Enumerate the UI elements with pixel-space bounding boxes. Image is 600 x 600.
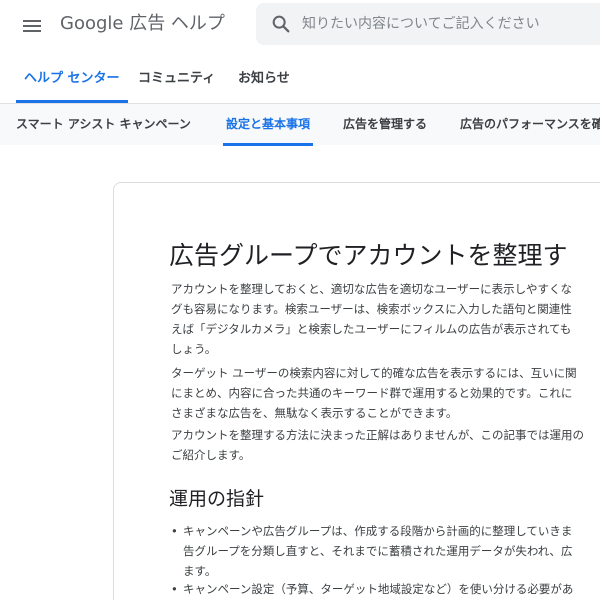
tab-manage-ads[interactable]: 広告を管理する bbox=[343, 104, 427, 146]
article-card: 広告グループでアカウントを整理す アカウントを整理しておくと、適切な広告を適切な… bbox=[113, 182, 600, 600]
paragraph-line: さまざまな広告を、無駄なく表示することができます。 bbox=[171, 406, 458, 420]
paragraph-line: アカウントを整理しておくと、適切な広告を適切なユーザーに表示しやすくな bbox=[171, 282, 573, 296]
tab-help-center[interactable]: ヘルプ センター bbox=[16, 52, 128, 103]
tab-ad-performance[interactable]: 広告のパフォーマンスを確 bbox=[460, 104, 600, 146]
top-app-bar: Google 広告 ヘルプ bbox=[0, 0, 600, 52]
list-item-line: キャンペーン設定（予算、ターゲット地域設定など）を使い分ける必要があ bbox=[183, 582, 574, 596]
paragraph-line: しょう。 bbox=[171, 342, 217, 356]
tab-settings-basics[interactable]: 設定と基本事項 bbox=[222, 104, 314, 146]
search-input[interactable] bbox=[302, 3, 600, 45]
primary-nav: ヘルプ センター コミュニティ お知らせ bbox=[0, 52, 600, 103]
paragraph-line: グも容易になります。検索ユーザーは、検索ボックスに入力した語句と関連性 bbox=[171, 302, 572, 316]
paragraph-line: えば「デジタルカメラ」と検索したユーザーにフィルムの広告が表示されても bbox=[171, 322, 572, 336]
search-icon[interactable] bbox=[270, 13, 292, 35]
tab-community[interactable]: コミュニティ bbox=[138, 52, 215, 103]
bullet-marker: • bbox=[171, 524, 178, 538]
secondary-nav: スマート アシスト キャンペーン 設定と基本事項 広告を管理する 広告のパフォー… bbox=[0, 103, 600, 146]
article-title: 広告グループでアカウントを整理す bbox=[169, 241, 568, 270]
section-heading: 運用の指針 bbox=[169, 488, 265, 510]
tab-smart-assist-campaigns[interactable]: スマート アシスト キャンペーン bbox=[16, 104, 191, 146]
article-paragraph-1: アカウントを整理しておくと、適切な広告を適切なユーザーに表示しやすくな グも容易… bbox=[171, 279, 572, 359]
list-item-line: キャンペーンや広告グループは、作成する段階から計画的に整理していきま bbox=[183, 524, 573, 538]
paragraph-line: にまとめ、内容に合った共通のキーワード群で運用すると効果的です。これに bbox=[171, 386, 573, 400]
article-paragraph-3: アカウントを整理する方法に決まった正解はありませんが、この記事では運用の ご紹介… bbox=[171, 425, 584, 465]
paragraph-line: ご紹介します。 bbox=[171, 448, 251, 462]
search-box[interactable] bbox=[256, 3, 600, 45]
paragraph-line: ターゲット ユーザーの検索内容に対して的確な広告を表示するには、互いに関 bbox=[171, 366, 577, 380]
tab-announcements[interactable]: お知らせ bbox=[238, 52, 290, 103]
list-item-line: ます。 bbox=[183, 564, 217, 578]
hamburger-menu-icon[interactable] bbox=[20, 14, 44, 38]
paragraph-line: アカウントを整理する方法に決まった正解はありませんが、この記事では運用の bbox=[171, 428, 584, 442]
product-title[interactable]: Google 広告 ヘルプ bbox=[60, 12, 225, 36]
bullet-marker: • bbox=[171, 582, 178, 596]
list-item-line: 告グループを分類し直すと、それまでに蓄積された運用データが失われ、広 bbox=[183, 544, 573, 558]
article-paragraph-2: ターゲット ユーザーの検索内容に対して的確な広告を表示するには、互いに関 にまと… bbox=[171, 363, 577, 423]
